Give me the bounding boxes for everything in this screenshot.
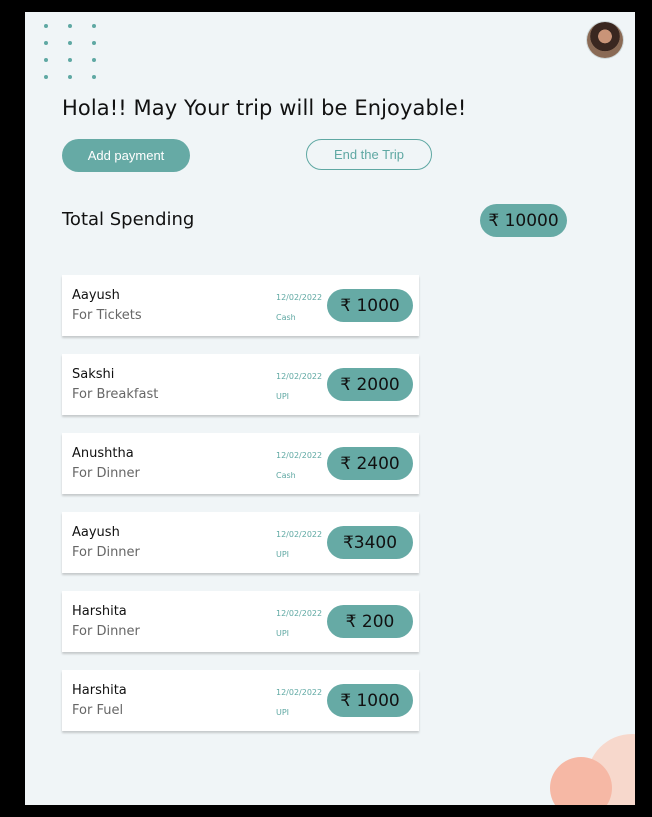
trip-card: Hola!! May Your trip will be Enjoyable! … [25,12,635,805]
payment-item[interactable]: Harshita For Dinner 12/02/2022 UPI ₹ 200 [62,591,419,652]
payment-purpose: For Fuel [72,703,124,718]
payment-purpose: For Dinner [72,624,140,639]
payer-name: Harshita [72,604,127,619]
payment-date: 12/02/2022 [276,293,323,302]
payment-date: 12/02/2022 [276,372,323,381]
payment-item[interactable]: Aayush For Tickets 12/02/2022 Cash ₹ 100… [62,275,419,336]
payment-amount: ₹ 200 [327,605,413,638]
dot [92,41,96,45]
payer-name: Aayush [72,288,120,303]
avatar[interactable] [587,22,623,58]
payment-method: UPI [276,629,290,638]
payment-date: 12/02/2022 [276,530,323,539]
payment-purpose: For Tickets [72,308,142,323]
end-trip-button[interactable]: End the Trip [306,139,432,170]
dot [68,41,72,45]
payment-list: Aayush For Tickets 12/02/2022 Cash ₹ 100… [62,275,419,749]
payment-method: UPI [276,392,290,401]
dot [44,58,48,62]
dot [92,75,96,79]
payment-item[interactable]: Aayush For Dinner 12/02/2022 UPI ₹3400 [62,512,419,573]
payment-item[interactable]: Harshita For Fuel 12/02/2022 UPI ₹ 1000 [62,670,419,731]
dot [44,41,48,45]
payment-item[interactable]: Anushtha For Dinner 12/02/2022 Cash ₹ 24… [62,433,419,494]
dot [68,24,72,28]
payment-item[interactable]: Sakshi For Breakfast 12/02/2022 UPI ₹ 20… [62,354,419,415]
payment-amount: ₹3400 [327,526,413,559]
payment-method: UPI [276,708,290,717]
dot [44,75,48,79]
dot [68,58,72,62]
dot [92,24,96,28]
dot-grid-icon [44,24,104,84]
payment-method: Cash [276,471,296,480]
payer-name: Sakshi [72,367,115,382]
dot [92,58,96,62]
payment-date: 12/02/2022 [276,609,323,618]
dot [44,24,48,28]
add-payment-button[interactable]: Add payment [62,139,190,172]
payer-name: Anushtha [72,446,134,461]
payment-amount: ₹ 2400 [327,447,413,480]
dot [68,75,72,79]
payer-name: Harshita [72,683,127,698]
payment-amount: ₹ 2000 [327,368,413,401]
payer-name: Aayush [72,525,120,540]
payment-method: UPI [276,550,290,559]
payment-purpose: For Dinner [72,545,140,560]
page-title: Hola!! May Your trip will be Enjoyable! [62,96,467,120]
payment-amount: ₹ 1000 [327,684,413,717]
payment-date: 12/02/2022 [276,688,323,697]
payment-purpose: For Breakfast [72,387,159,402]
total-spending-amount: ₹ 10000 [480,204,567,237]
payment-date: 12/02/2022 [276,451,323,460]
total-spending-label: Total Spending [62,209,195,230]
payment-purpose: For Dinner [72,466,140,481]
payment-amount: ₹ 1000 [327,289,413,322]
payment-method: Cash [276,313,296,322]
